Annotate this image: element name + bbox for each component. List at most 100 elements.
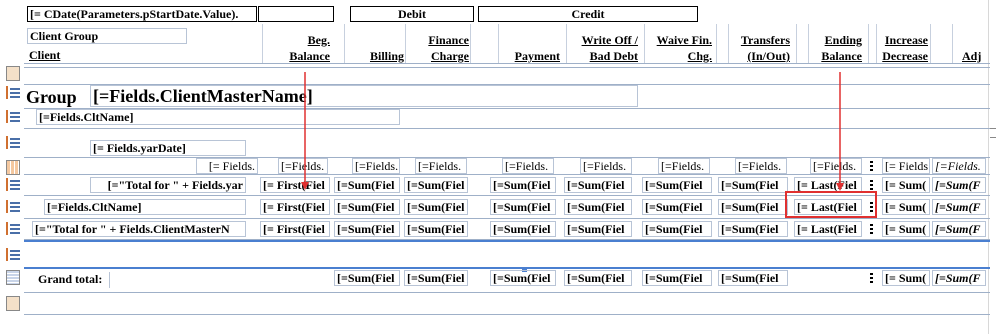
credit-textbox[interactable]: Credit xyxy=(478,6,698,22)
date-param-textbox[interactable]: [= CDate(Parameters.pStartDate.Value). xyxy=(27,6,257,22)
payment-header[interactable]: Payment xyxy=(494,48,560,64)
report-footer-band-icon[interactable] xyxy=(6,270,20,285)
header-col-separator xyxy=(952,24,953,64)
ending-balance-header[interactable]: Ending Balance xyxy=(800,32,862,64)
header-col-separator xyxy=(716,24,717,64)
header-blank-box[interactable] xyxy=(258,6,334,22)
detail-field-right[interactable]: [= Fields xyxy=(882,158,930,174)
client-group-header[interactable]: Client Group xyxy=(27,28,187,44)
debit-textbox[interactable]: Debit xyxy=(350,6,474,22)
group-footer-band-icon[interactable] xyxy=(6,222,20,235)
write-off-header[interactable]: Write Off / Bad Debt xyxy=(566,32,638,64)
total-clt-sum[interactable]: [=Sum(Fiel xyxy=(642,199,712,215)
scrollbar-grip[interactable] xyxy=(990,128,996,138)
header-col-separator xyxy=(262,24,263,64)
group-footer-band-icon[interactable] xyxy=(6,178,20,191)
total-master-label[interactable]: [="Total for " + Fields.ClientMasterN xyxy=(32,221,246,237)
grand-total-sum2[interactable]: [= Sum( xyxy=(882,270,930,286)
detail-field[interactable]: [=Fields. xyxy=(580,158,632,174)
header-col-separator xyxy=(876,24,877,64)
total-clt-sum[interactable]: [=Sum(Fiel xyxy=(404,199,468,215)
total-master-sum2-italic[interactable]: [=Sum(F xyxy=(932,221,986,237)
detail-field[interactable]: [=Fields. xyxy=(735,158,787,174)
group-footer-band-icon[interactable] xyxy=(6,200,20,213)
grand-total-sum[interactable]: [=Sum(Fiel xyxy=(642,270,712,286)
clt-name-textbox[interactable]: [=Fields.CltName] xyxy=(36,109,400,125)
group-header-band-icon[interactable] xyxy=(6,86,20,99)
grand-total-label[interactable]: Grand total: xyxy=(36,272,110,288)
total-yar-sum[interactable]: [=Sum(Fiel xyxy=(334,177,400,193)
group-header-band-icon[interactable] xyxy=(6,136,20,149)
client-header[interactable]: Client xyxy=(27,48,107,64)
header-col-separator xyxy=(405,24,406,64)
total-yar-sum2[interactable]: [= Sum( xyxy=(882,177,930,193)
transfers-header[interactable]: Transfers (In/Out) xyxy=(722,32,790,64)
more-columns-indicator-icon xyxy=(870,223,873,236)
beg-balance-header[interactable]: Beg. Balance xyxy=(262,32,330,64)
grand-total-sum[interactable]: [=Sum(Fiel xyxy=(718,270,788,286)
total-clt-first[interactable]: [= First(Fiel xyxy=(260,199,330,215)
total-master-sum[interactable]: [=Sum(Fiel xyxy=(718,221,788,237)
band-separator xyxy=(24,292,990,293)
total-clt-sum[interactable]: [=Sum(Fiel xyxy=(564,199,632,215)
header-col-separator xyxy=(868,24,869,64)
total-master-sum[interactable]: [=Sum(Fiel xyxy=(404,221,468,237)
total-yar-first[interactable]: [= First(Fiel xyxy=(260,177,330,193)
yar-date-textbox[interactable]: [= Fields.yarDate] xyxy=(90,140,246,156)
band-separator xyxy=(24,174,990,175)
more-columns-indicator-icon xyxy=(870,160,873,173)
total-clt-sum[interactable]: [=Sum(Fiel xyxy=(490,199,556,215)
grand-total-sum2-italic[interactable]: [=Sum(F xyxy=(932,270,986,286)
group-header-band-icon[interactable] xyxy=(6,110,20,123)
total-clt-label[interactable]: [=Fields.CltName] xyxy=(44,199,246,215)
detail-field[interactable]: [=Fields. xyxy=(415,158,467,174)
total-master-sum[interactable]: [=Sum(Fiel xyxy=(490,221,556,237)
group-footer-band-icon[interactable] xyxy=(6,248,20,261)
detail-field[interactable]: [=Fields. xyxy=(810,158,862,174)
finance-charge-header[interactable]: Finance Charge xyxy=(405,32,469,64)
scrollbar-edge[interactable] xyxy=(988,0,989,334)
header-col-separator xyxy=(644,24,645,64)
total-yar-sum[interactable]: [=Sum(Fiel xyxy=(718,177,788,193)
band-separator xyxy=(24,314,990,315)
total-clt-sum2[interactable]: [= Sum( xyxy=(882,199,930,215)
detail-field-right-italic[interactable]: [=Fields. xyxy=(932,158,986,174)
total-master-sum[interactable]: [=Sum(Fiel xyxy=(334,221,400,237)
total-master-sum[interactable]: [=Sum(Fiel xyxy=(642,221,712,237)
total-yar-sum2-italic[interactable]: [=Sum(F xyxy=(932,177,986,193)
grand-total-sum[interactable]: [=Sum(Fiel xyxy=(404,270,468,286)
more-columns-indicator-icon xyxy=(870,272,873,285)
total-master-sum[interactable]: [=Sum(Fiel xyxy=(564,221,632,237)
detail-field[interactable]: [=Fields. xyxy=(502,158,554,174)
group-label[interactable]: Group xyxy=(26,86,86,108)
grand-total-sum[interactable]: [=Sum(Fiel xyxy=(490,270,556,286)
total-master-last[interactable]: [= Last(Fiel xyxy=(794,221,862,237)
total-yar-sum[interactable]: [=Sum(Fiel xyxy=(490,177,556,193)
header-col-separator xyxy=(498,24,499,64)
client-master-name-textbox[interactable]: [=Fields.ClientMasterName] xyxy=(90,85,638,107)
waive-fin-header[interactable]: Waive Fin. Chg. xyxy=(644,32,712,64)
total-clt-sum[interactable]: [=Sum(Fiel xyxy=(334,199,400,215)
increase-decrease-header[interactable]: Increase Decrease xyxy=(872,32,928,64)
total-yar-label[interactable]: [="Total for " + Fields.yar xyxy=(90,177,246,193)
detail-first-field[interactable]: [= Fields. xyxy=(196,158,258,174)
selected-empty-band[interactable] xyxy=(24,240,990,269)
total-yar-sum[interactable]: [=Sum(Fiel xyxy=(564,177,632,193)
total-master-sum2[interactable]: [= Sum( xyxy=(882,221,930,237)
page-footer-band-icon[interactable] xyxy=(6,296,20,311)
page-header-band-icon[interactable] xyxy=(6,66,20,81)
total-clt-sum2-italic[interactable]: [=Sum(F xyxy=(932,199,986,215)
detail-field[interactable]: [=Fields. xyxy=(352,158,400,174)
grand-total-sum[interactable]: [=Sum(Fiel xyxy=(564,270,632,286)
total-yar-sum[interactable]: [=Sum(Fiel xyxy=(642,177,712,193)
detail-field[interactable]: [=Fields. xyxy=(278,158,328,174)
detail-field[interactable]: [=Fields. xyxy=(658,158,710,174)
total-clt-sum[interactable]: [=Sum(Fiel xyxy=(718,199,788,215)
band-separator xyxy=(24,63,990,64)
total-master-first[interactable]: [= First(Fiel xyxy=(260,221,330,237)
band-separator xyxy=(24,128,990,129)
grand-total-sum[interactable]: [=Sum(Fiel xyxy=(334,270,400,286)
detail-band-icon[interactable] xyxy=(6,160,20,175)
billing-header[interactable]: Billing xyxy=(346,48,404,64)
total-yar-sum[interactable]: [=Sum(Fiel xyxy=(404,177,468,193)
